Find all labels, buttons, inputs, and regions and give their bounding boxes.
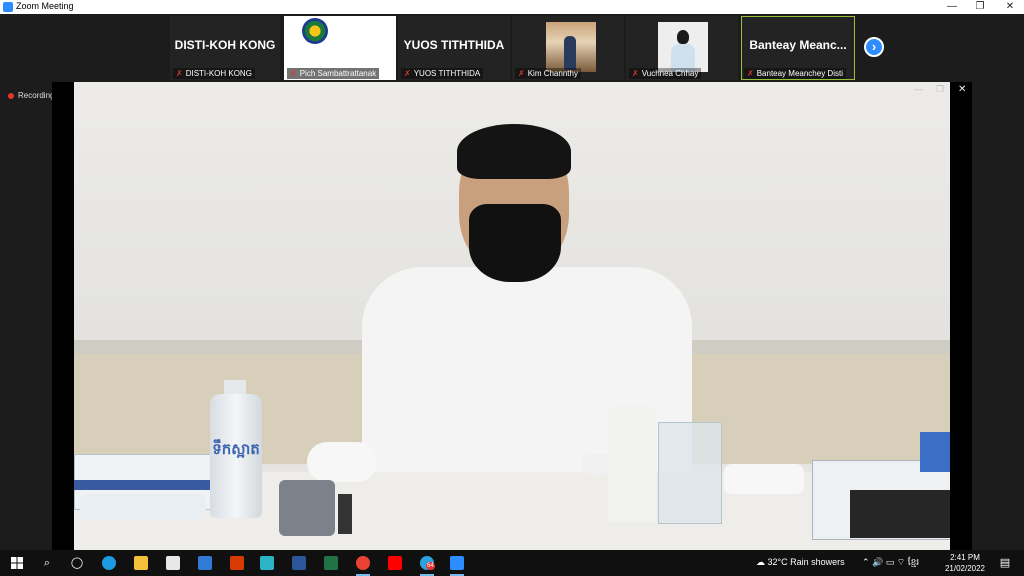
- organization-logo-icon: [302, 18, 328, 44]
- participant-label: ✗ Banteay Meanchey Disti: [744, 68, 846, 79]
- participant-label: ✗ YUOS TITHTHIDA: [401, 68, 484, 79]
- participant-tile[interactable]: YUOS TITHTHIDA ✗ YUOS TITHTHIDA: [398, 16, 510, 80]
- store-icon[interactable]: [164, 554, 182, 572]
- recording-indicator: Recording: [8, 91, 54, 100]
- chrome-icon[interactable]: [354, 554, 372, 576]
- task-view-icon[interactable]: ◯: [68, 554, 86, 572]
- search-icon[interactable]: ⌕: [38, 554, 56, 572]
- zoom-icon[interactable]: [448, 554, 466, 576]
- participant-label: ✗ Pich Sambattrattanak: [287, 68, 380, 79]
- participant-label: ✗ Vuchnea Chhay: [629, 68, 702, 79]
- edge-browser-icon[interactable]: [100, 554, 118, 572]
- mic-muted-icon: ✗: [176, 69, 183, 78]
- active-speaker-frame: ទឹកស្អាត — ❐ ✕: [52, 82, 972, 550]
- meter-box-stripe: [74, 480, 210, 490]
- youtube-icon[interactable]: [386, 554, 404, 572]
- system-tray-icons[interactable]: ⌃ 🔊 ▭ ⌔ ខ្មែរ: [862, 557, 919, 570]
- active-speaker-video[interactable]: ទឹកស្អាត: [74, 82, 950, 550]
- minimize-button[interactable]: —: [938, 0, 966, 14]
- next-page-button[interactable]: ›: [864, 37, 884, 57]
- start-button[interactable]: [8, 554, 26, 572]
- sample-vial: [338, 494, 352, 534]
- video-minimize-icon[interactable]: —: [914, 84, 923, 94]
- recording-label: Recording: [18, 91, 55, 100]
- clock[interactable]: 2:41 PM 21/02/2022: [942, 552, 988, 574]
- word-icon[interactable]: [290, 554, 308, 572]
- participant-name: DISTI-KOH KONG: [185, 69, 252, 78]
- mic-muted-icon: ✗: [290, 69, 297, 78]
- person-figure: [564, 36, 576, 70]
- participant-label: ✗ Kim Channthy: [515, 68, 581, 79]
- participant-video: [546, 22, 596, 72]
- kit-box-blue: [920, 432, 950, 472]
- window-title: Zoom Meeting: [16, 1, 74, 11]
- speaker-hair: [457, 124, 571, 179]
- notification-icon[interactable]: ▤: [996, 554, 1014, 572]
- mic-muted-icon: ✗: [404, 69, 411, 78]
- participant-tile[interactable]: ✗ Kim Channthy: [512, 16, 624, 80]
- zoom-app-icon: [3, 2, 13, 12]
- window-titlebar: Zoom Meeting — ❐ ✕: [0, 0, 1024, 14]
- office-icon[interactable]: [228, 554, 246, 572]
- close-button[interactable]: ✕: [996, 0, 1024, 14]
- meeting-area: DISTI-KOH KONG ✗ DISTI-KOH KONG ✗ Pich Sam…: [0, 14, 1024, 550]
- participant-tile[interactable]: ✗ Pich Sambattrattanak: [284, 16, 396, 80]
- telegram-icon[interactable]: 64: [418, 554, 436, 576]
- video-maximize-icon[interactable]: ❐: [936, 84, 944, 95]
- recording-dot-icon: [8, 92, 14, 99]
- mic-muted-icon: ✗: [632, 69, 639, 78]
- participant-tile-active[interactable]: Banteay Meanc... ✗ Banteay Meanchey Disti: [741, 16, 855, 80]
- mail-icon[interactable]: [196, 554, 214, 572]
- gloved-hand-left: [307, 442, 377, 482]
- bottle-label: ទឹកស្អាត: [212, 441, 260, 458]
- windows-taskbar: ⌕ ◯ 64 ☁ 32°C Rain showers ⌃ 🔊 ▭ ⌔ ខ្មែរ…: [0, 550, 1024, 576]
- clock-date: 21/02/2022: [944, 564, 986, 573]
- participant-name: Vuchnea Chhay: [641, 69, 699, 78]
- maximize-button[interactable]: ❐: [966, 0, 994, 14]
- video-close-icon[interactable]: ✕: [958, 84, 966, 95]
- participant-name: YUOS TITHTHIDA: [413, 69, 481, 78]
- clock-time: 2:41 PM: [950, 553, 980, 562]
- face-mask: [469, 204, 561, 282]
- participant-label: ✗ DISTI-KOH KONG: [173, 68, 255, 79]
- participant-tile[interactable]: ✗ Vuchnea Chhay: [626, 16, 738, 80]
- grey-device: [279, 480, 335, 536]
- participant-big-name: YUOS TITHTHIDA: [403, 38, 505, 52]
- participant-name: Kim Channthy: [527, 69, 578, 78]
- participant-video: [658, 22, 708, 72]
- participant-name: Pich Sambattrattanak: [299, 69, 377, 78]
- mic-muted-icon: ✗: [747, 69, 754, 78]
- participant-big-name: DISTI-KOH KONG: [174, 38, 276, 52]
- windows-logo-icon: [11, 557, 23, 569]
- ph-meter: [80, 494, 206, 520]
- snipping-tool-icon[interactable]: [258, 554, 276, 572]
- beaker: [658, 422, 722, 524]
- participant-tile[interactable]: DISTI-KOH KONG ✗ DISTI-KOH KONG: [170, 16, 280, 80]
- weather-widget[interactable]: ☁ 32°C Rain showers: [756, 557, 845, 568]
- participant-name: Banteay Meanchey Disti: [756, 69, 843, 78]
- kit-box-dark: [850, 490, 950, 538]
- weather-text: 32°C Rain showers: [767, 557, 845, 567]
- excel-icon[interactable]: [322, 554, 340, 572]
- participant-big-name: Banteay Meanc...: [749, 38, 847, 52]
- tissue: [724, 464, 804, 494]
- wash-bottle: [608, 404, 656, 522]
- telegram-badge: 64: [426, 562, 435, 570]
- mic-muted-icon: ✗: [518, 69, 525, 78]
- file-explorer-icon[interactable]: [132, 554, 150, 572]
- cloud-icon: ☁: [756, 557, 768, 567]
- person-head: [677, 30, 689, 44]
